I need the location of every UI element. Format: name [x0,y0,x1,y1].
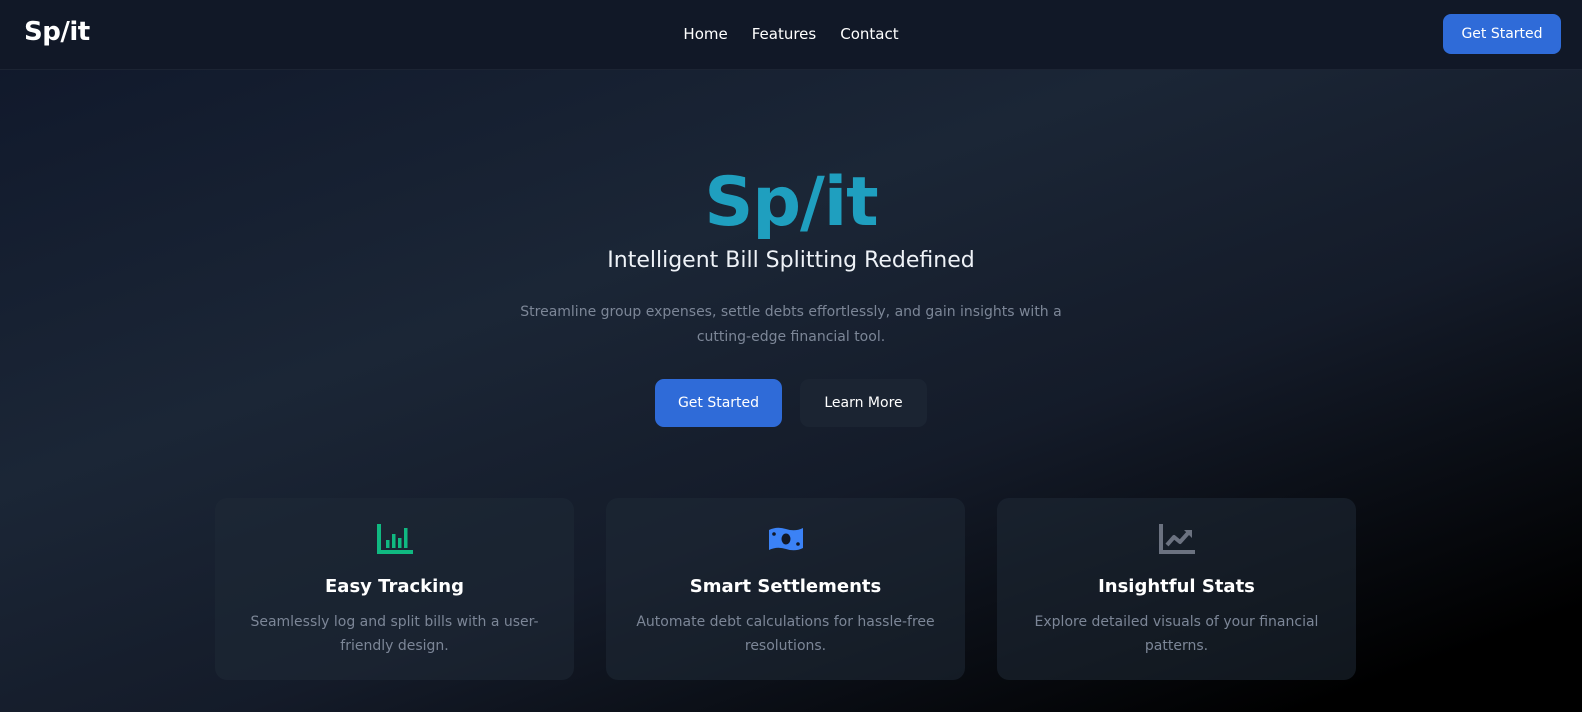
feature-title: Smart Settlements [689,576,882,597]
feature-description: Seamlessly log and split bills with a us… [250,614,539,654]
hero-title: Sp/it [704,163,878,242]
hero-subtitle: Intelligent Bill Splitting Redefined [607,248,975,273]
feature-title: Insightful Stats [1098,576,1255,597]
money-bill-icon [767,522,805,556]
nav-link-features[interactable]: Features [752,25,817,43]
trend-chart-icon [1158,522,1196,556]
nav-get-started-button[interactable]: Get Started [1443,14,1561,54]
feature-card-smart-settlements: Smart Settlements Automate debt calculat… [606,498,965,680]
hero-description: Streamline group expenses, settle debts … [520,304,1062,345]
hero-get-started-button[interactable]: Get Started [655,379,782,427]
bar-chart-icon [376,522,414,556]
hero-learn-more-button[interactable]: Learn More [800,379,927,427]
hero-actions: Get Started Learn More [0,379,1582,427]
feature-card-insightful-stats: Insightful Stats Explore detailed visual… [997,498,1356,680]
nav-link-home[interactable]: Home [683,25,727,43]
nav-links: Home Features Contact [0,25,1582,43]
nav-link-contact[interactable]: Contact [840,25,898,43]
top-navbar: Sp/it Home Features Contact Get Started [0,0,1582,70]
features-section: Easy Tracking Seamlessly log and split b… [215,498,1356,680]
feature-title: Easy Tracking [325,576,464,597]
feature-description: Explore detailed visuals of your financi… [1034,614,1319,654]
feature-card-easy-tracking: Easy Tracking Seamlessly log and split b… [215,498,574,680]
feature-description: Automate debt calculations for hassle-fr… [636,614,935,654]
